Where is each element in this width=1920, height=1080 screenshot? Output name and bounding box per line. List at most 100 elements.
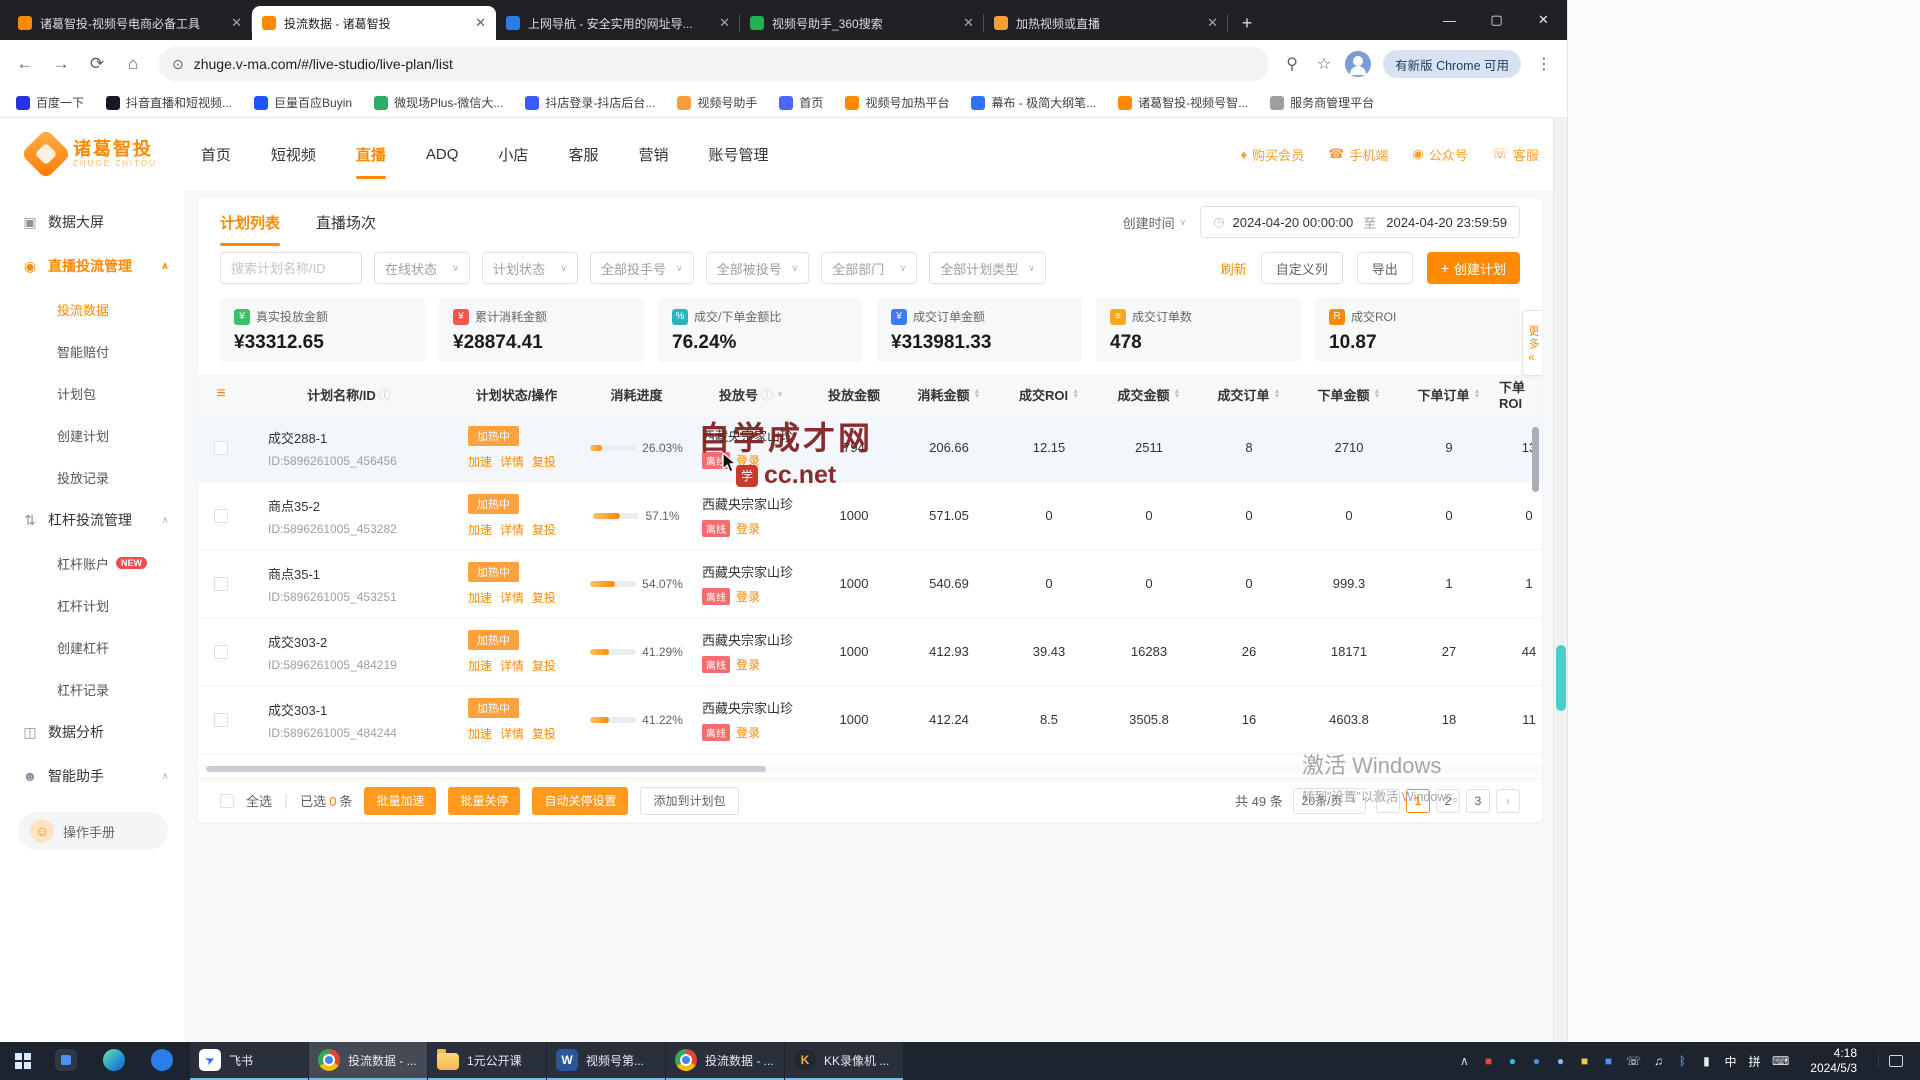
customize-columns-button[interactable]: 自定义列 [1261,252,1343,284]
column-header[interactable]: 下单订单 ⓘ ▼ ▲▼ [1399,385,1499,404]
taskbar-app[interactable] [94,1042,142,1080]
repeat-invest-link[interactable]: 复投 [532,725,556,742]
taskbar-app[interactable]: 投流数据 - ... [309,1042,427,1080]
column-header[interactable]: 消耗金额 ⓘ ▼ ▲▼ [899,385,999,404]
filter-dropdown[interactable]: 计划状态 ∨ [482,252,578,284]
filter-dropdown[interactable]: 全部计划类型 ∨ [929,252,1046,284]
quick-link[interactable]: ☎ 手机端 [1328,145,1388,164]
sidebar-item[interactable]: 杠杆记录 [0,668,185,710]
bulk-action-button[interactable]: 批量关停 [448,787,520,815]
column-header[interactable]: 计划状态/操作 ⓘ ▼ ▲▼ [454,385,579,404]
sidebar-item-assistant[interactable]: ☻ 智能助手 ∧ [0,754,185,798]
repeat-invest-link[interactable]: 复投 [532,521,556,538]
quick-link[interactable]: ◉ 公众号 [1412,145,1467,164]
sidebar-item[interactable]: 智能赔付 [0,330,185,372]
login-link[interactable]: 登录 [736,724,760,741]
tray-icon[interactable]: ☏ [1626,1054,1641,1068]
reload-button[interactable]: ⟳ [80,47,114,81]
tab-close-icon[interactable]: ✕ [475,15,486,31]
search-input[interactable] [220,252,362,284]
nav-item[interactable]: 账号管理 [708,118,768,190]
browser-tab[interactable]: 投流数据 - 诸葛智投 ✕ [252,6,496,40]
tab-close-icon[interactable]: ✕ [963,15,974,31]
tray-icon[interactable]: ∧ [1458,1054,1471,1068]
sidebar-item-analysis[interactable]: ◫ 数据分析 [0,710,185,754]
select-all-label[interactable]: 全选 [246,791,272,810]
nav-item[interactable]: 小店 [498,118,528,190]
repeat-invest-link[interactable]: 复投 [532,657,556,674]
taskbar-app[interactable] [46,1042,94,1080]
row-checkbox[interactable] [214,713,228,727]
login-link[interactable]: 登录 [736,656,760,673]
horizontal-scrollbar[interactable] [198,764,1542,774]
taskbar-clock[interactable]: 4:18 2024/5/3 [1800,1046,1867,1076]
column-header[interactable]: 计划名称/ID ⓘ ▼ ▲▼ [244,385,454,404]
sidebar-item[interactable]: 创建杠杆 [0,626,185,668]
quick-link[interactable]: ☏ 客服 [1492,145,1539,164]
date-range-picker[interactable]: ◷ 2024-04-20 00:00:00 至 2024-04-20 23:59… [1200,206,1520,238]
sidebar-group-lever-promotion[interactable]: ⇅ 杠杆投流管理 ∧ [0,498,185,542]
page-scrollbar[interactable] [1553,118,1567,1042]
column-header[interactable]: 下单ROI ⓘ ▼ ▲▼ [1499,377,1542,411]
detail-link[interactable]: 详情 [500,453,524,470]
more-stats-button[interactable]: 更多 « [1522,310,1542,376]
column-header[interactable]: 成交订单 ⓘ ▼ ▲▼ [1199,385,1299,404]
column-header[interactable]: 下单金额 ⓘ ▼ ▲▼ [1299,385,1399,404]
browser-tab[interactable]: 诸葛智投-视频号电商必备工具 ✕ [8,6,252,40]
home-button[interactable]: ⌂ [116,47,150,81]
taskbar-app[interactable]: 投流数据 - ... [666,1042,784,1080]
bookmark-item[interactable]: 抖音直播和短视频... [106,94,232,111]
column-header[interactable]: 投放号 ⓘ ▼ ▲▼ [694,385,809,404]
speed-up-link[interactable]: 加速 [468,453,492,470]
speed-up-link[interactable]: 加速 [468,725,492,742]
tray-icon[interactable]: 中 [1724,1053,1737,1070]
search-icon[interactable]: ⚲ [1277,49,1307,79]
panel-tab[interactable]: 计划列表 [220,198,280,246]
tray-icon[interactable]: ■ [1602,1054,1615,1068]
bookmark-item[interactable]: 百度一下 [16,94,84,111]
taskbar-app[interactable]: 飞书 [190,1042,308,1080]
tray-icon[interactable]: ■ [1482,1054,1495,1068]
tray-icon[interactable]: ▮ [1700,1054,1713,1068]
bookmark-item[interactable]: 诸葛智投-视频号智... [1118,94,1248,111]
detail-link[interactable]: 详情 [500,521,524,538]
tab-close-icon[interactable]: ✕ [231,15,242,31]
sort-icon[interactable]: ▲▼ [974,389,981,399]
nav-item[interactable]: 客服 [568,118,598,190]
sidebar-item-dashboard[interactable]: ▣ 数据大屏 [0,200,185,244]
notification-center-button[interactable] [1878,1055,1912,1067]
speed-up-link[interactable]: 加速 [468,589,492,606]
row-checkbox[interactable] [214,509,228,523]
new-tab-button[interactable]: + [1232,8,1262,38]
sidebar-item[interactable]: 杠杆账户 NEW [0,542,185,584]
hscroll-thumb[interactable] [206,766,766,772]
detail-link[interactable]: 详情 [500,589,524,606]
table-scrollbar-thumb[interactable] [1532,427,1539,492]
add-to-package-button[interactable]: 添加到计划包 [640,787,738,815]
page-button[interactable]: 1 [1406,789,1430,813]
speed-up-link[interactable]: 加速 [468,521,492,538]
repeat-invest-link[interactable]: 复投 [532,589,556,606]
sidebar-item[interactable]: 计划包 [0,372,185,414]
bookmark-item[interactable]: 首页 [779,94,823,111]
taskbar-app[interactable] [142,1042,190,1080]
nav-item[interactable]: 营销 [638,118,668,190]
filter-dropdown[interactable]: 全部投手号 ∨ [590,252,694,284]
detail-link[interactable]: 详情 [500,725,524,742]
sort-icon[interactable]: ▲▼ [1474,389,1481,399]
nav-item[interactable]: ADQ [426,118,459,190]
nav-item[interactable]: 直播 [356,118,386,190]
bulk-action-button[interactable]: 批量加速 [364,787,436,815]
manual-button[interactable]: ☺ 操作手册 [18,812,168,850]
bookmark-item[interactable]: 视频号助手 [677,94,757,111]
nav-item[interactable]: 短视频 [271,118,316,190]
bookmark-item[interactable]: 服务商管理平台 [1270,94,1374,111]
export-button[interactable]: 导出 [1357,252,1413,284]
prev-page-button[interactable]: ‹ [1376,789,1400,813]
page-button[interactable]: 3 [1466,789,1490,813]
filter-funnel-icon[interactable]: ▼ [776,390,784,399]
browser-tab[interactable]: 加热视频或直播 ✕ [984,6,1228,40]
sidebar-item[interactable]: 投放记录 [0,456,185,498]
next-page-button[interactable]: › [1496,789,1520,813]
sort-icon[interactable]: ▲▼ [1274,389,1281,399]
